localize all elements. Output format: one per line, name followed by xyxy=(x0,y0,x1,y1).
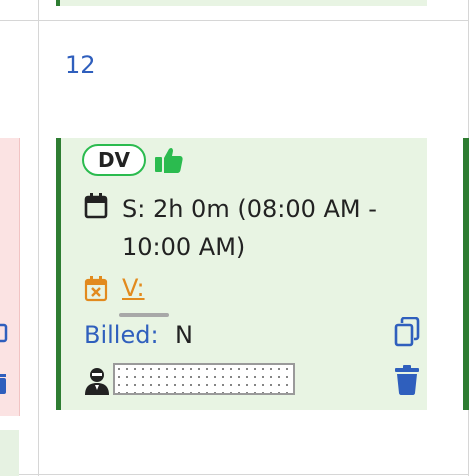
calendar-row-divider-bottom xyxy=(0,474,469,475)
visit-link[interactable]: V: xyxy=(122,274,145,302)
event-duration-text: S: 2h 0m (08:00 AM - 10:00 AM) xyxy=(122,195,377,261)
billed-value: N xyxy=(175,321,193,349)
calendar-day-number[interactable]: 12 xyxy=(65,51,96,79)
calendar-column-divider-left xyxy=(38,0,39,476)
next-day-event-card-edge[interactable] xyxy=(463,138,469,410)
calendar-cancel-icon xyxy=(84,276,108,302)
trash-icon[interactable] xyxy=(394,365,420,395)
assigned-user-name-field[interactable] xyxy=(113,363,295,395)
copy-icon[interactable] xyxy=(394,317,420,347)
thumbs-up-icon xyxy=(155,147,183,173)
adjacent-day-event-card-bottom[interactable] xyxy=(0,430,19,476)
calendar-icon xyxy=(84,193,108,219)
trash-icon-partial[interactable] xyxy=(0,372,8,396)
event-card[interactable]: DV S: 2h 0m (08:00 AM - 10:00 AM) V: Bil… xyxy=(56,138,427,410)
copy-icon-partial[interactable] xyxy=(0,322,8,344)
previous-week-event-card[interactable] xyxy=(56,0,427,6)
visit-link-indicator xyxy=(119,313,169,317)
calendar-row-divider-top xyxy=(0,20,469,21)
user-icon xyxy=(85,368,109,395)
billed-label: Billed: xyxy=(84,321,159,349)
status-badge: DV xyxy=(82,144,146,176)
